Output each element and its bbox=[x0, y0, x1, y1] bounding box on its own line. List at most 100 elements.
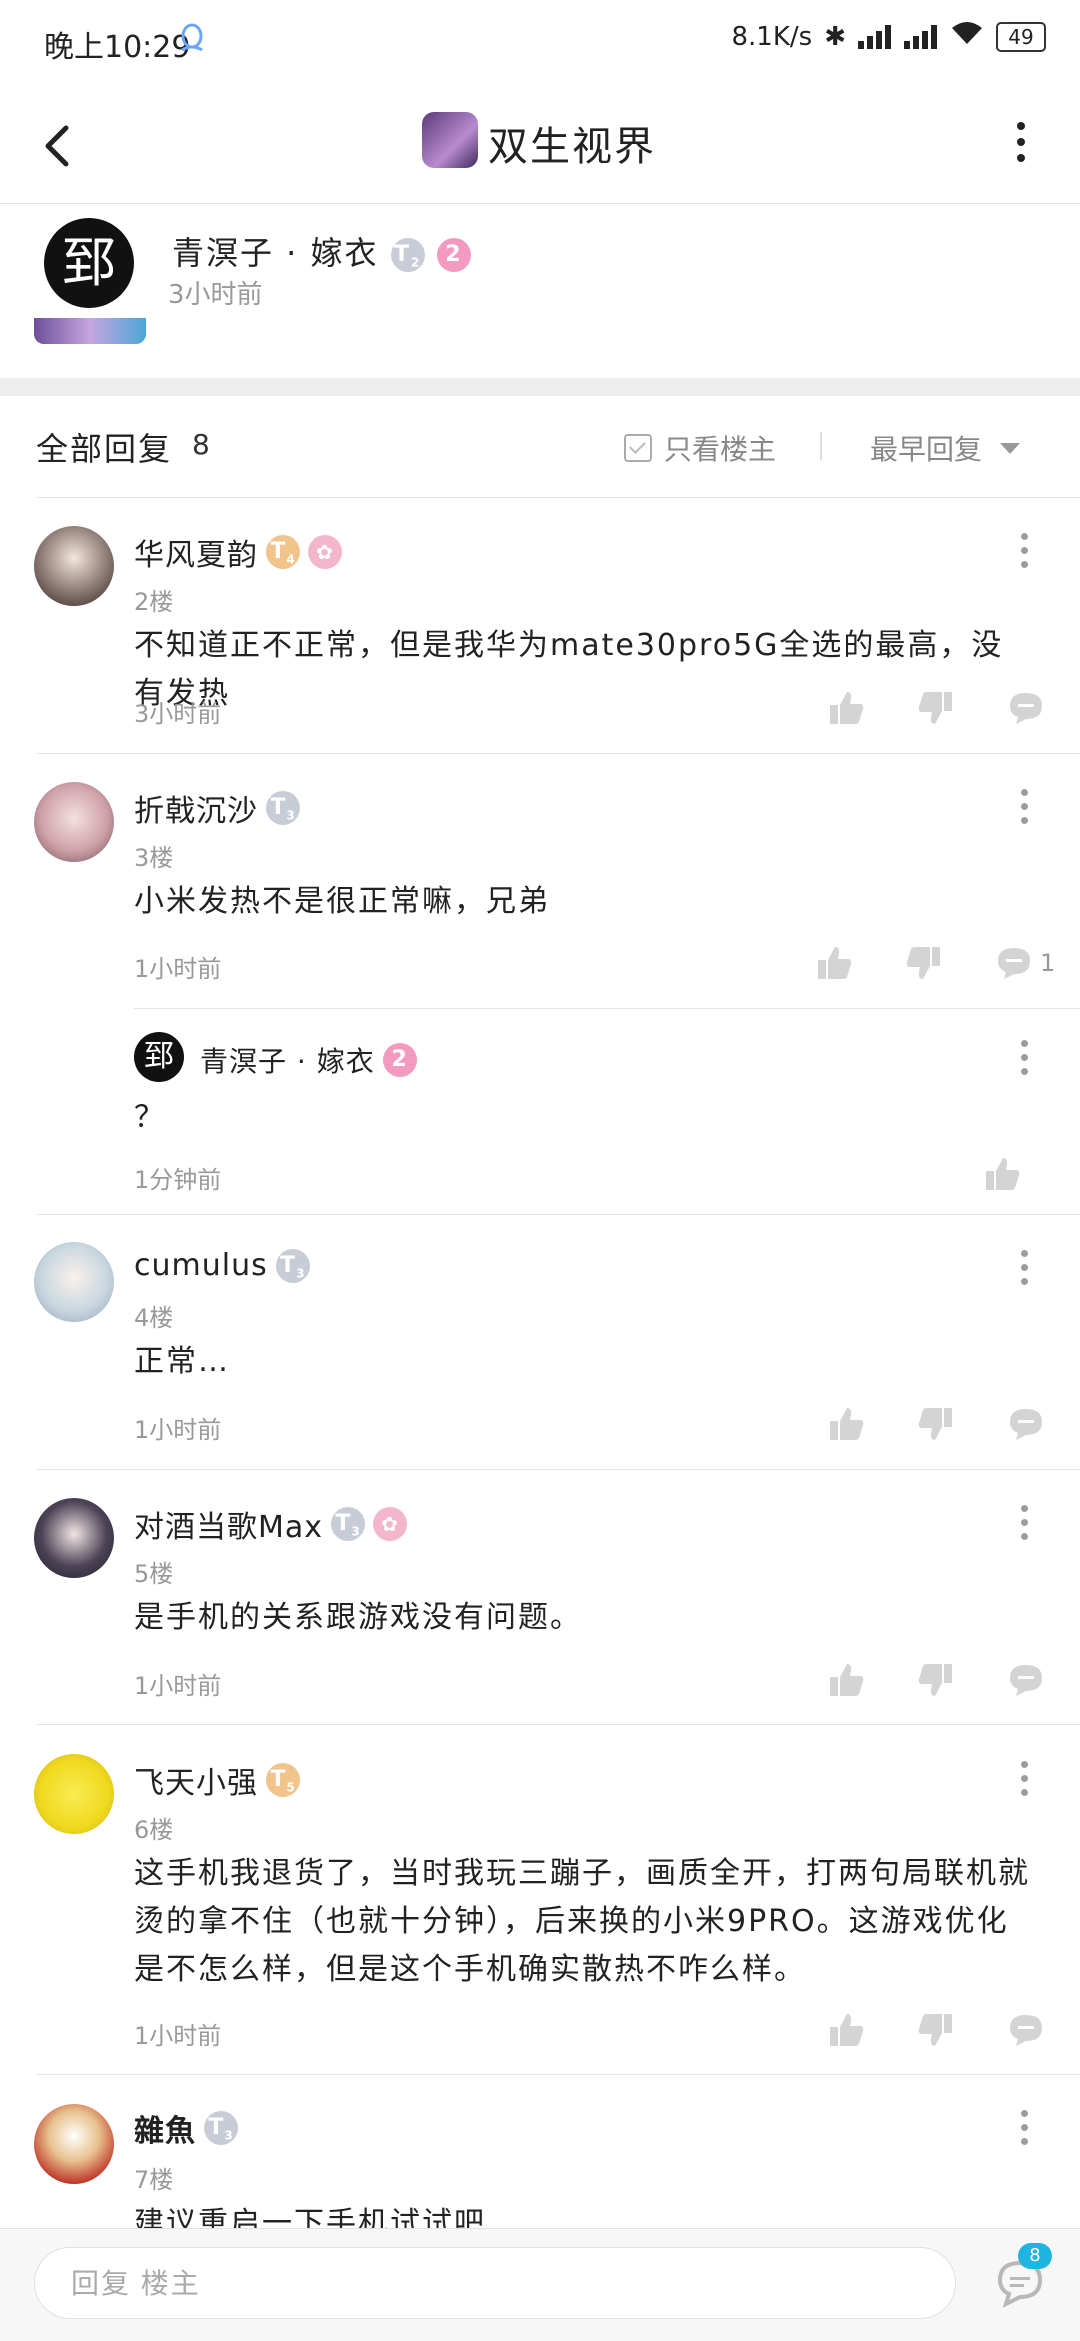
floor-number: 4楼 bbox=[134, 1304, 174, 1332]
avatar[interactable] bbox=[34, 1754, 114, 1834]
signal-icon bbox=[904, 24, 938, 49]
sub-reply-time: 1分钟前 bbox=[134, 1166, 222, 1194]
comment-divider bbox=[36, 1724, 1080, 1725]
comment-bubble-icon[interactable] bbox=[994, 943, 1034, 983]
thumbs-down-icon[interactable] bbox=[916, 688, 956, 728]
avatar[interactable]: 郅 bbox=[134, 1032, 184, 1082]
t-badge-icon: T3 bbox=[275, 1248, 310, 1283]
op-author-row: 青溟子 · 嫁衣 T2 2 bbox=[172, 228, 471, 274]
qq-icon bbox=[178, 22, 206, 61]
avatar[interactable] bbox=[34, 526, 114, 606]
comment-actions: 1 bbox=[814, 943, 1055, 983]
comment-author-name[interactable]: 折戟沉沙 bbox=[134, 786, 258, 830]
sort-dropdown[interactable]: 最早回复 bbox=[870, 428, 1021, 468]
more-vertical-icon[interactable] bbox=[1016, 122, 1026, 162]
comment-text[interactable]: 这手机我退货了，当时我玩三蹦子，画质全开，打两句局联机就烫的拿不住（也就十分钟）… bbox=[134, 1850, 1034, 1994]
comment-divider bbox=[36, 1214, 1080, 1215]
comment-divider bbox=[36, 2074, 1080, 2075]
reply-bar: 回复 楼主 8 bbox=[0, 2228, 1080, 2341]
sort-label: 最早回复 bbox=[870, 433, 983, 466]
comment-author-row: cumulus T3 bbox=[134, 1248, 310, 1283]
comment-author-row: 对酒当歌Max T3 ✿ bbox=[134, 1502, 408, 1546]
thumbs-down-icon[interactable] bbox=[916, 2010, 956, 2050]
comment-bubble-icon[interactable] bbox=[1006, 1660, 1046, 1700]
status-time: 晚上10:29 bbox=[44, 30, 191, 65]
op-avatar[interactable]: 郅 bbox=[44, 218, 134, 308]
t-badge-icon: T2 bbox=[390, 238, 425, 272]
t-badge-icon: T5 bbox=[266, 1763, 300, 1797]
reply-input[interactable]: 回复 楼主 bbox=[34, 2247, 956, 2319]
comment-text[interactable]: 正常… bbox=[134, 1338, 1034, 1386]
more-vertical-icon[interactable] bbox=[1019, 1761, 1029, 1801]
back-arrow-icon[interactable] bbox=[34, 116, 82, 176]
avatar[interactable] bbox=[34, 2104, 114, 2184]
comment-actions bbox=[826, 2010, 1046, 2050]
more-vertical-icon[interactable] bbox=[1019, 1505, 1029, 1545]
bunny-badge-icon: ✿ bbox=[373, 1507, 408, 1541]
comment-actions bbox=[826, 1404, 1046, 1444]
comment-author-name[interactable]: 华风夏韵 bbox=[134, 530, 258, 574]
bunny-badge-icon: ✿ bbox=[308, 535, 342, 569]
thumbs-up-icon[interactable] bbox=[826, 1660, 866, 1700]
floor-number: 6楼 bbox=[134, 1816, 174, 1844]
more-vertical-icon[interactable] bbox=[1019, 1040, 1029, 1080]
comment-author-name[interactable]: 雜魚 bbox=[134, 2106, 196, 2150]
reply-header-divider bbox=[36, 497, 1080, 498]
thumbs-up-icon[interactable] bbox=[814, 943, 854, 983]
comment-author-row: 折戟沉沙 T3 bbox=[134, 786, 300, 830]
thumbs-up-icon[interactable] bbox=[982, 1154, 1022, 1194]
header-divider bbox=[0, 203, 1080, 204]
comment-time: 3小时前 bbox=[134, 700, 222, 728]
comment-author-name[interactable]: 飞天小强 bbox=[134, 1758, 258, 1802]
floor-number: 3楼 bbox=[134, 844, 174, 872]
comment-author-name[interactable]: cumulus bbox=[134, 1248, 268, 1283]
bluetooth-icon: ✱ bbox=[824, 21, 846, 52]
t-badge-icon: T3 bbox=[331, 1507, 366, 1541]
comment-bubble-icon[interactable] bbox=[1006, 688, 1046, 728]
more-vertical-icon[interactable] bbox=[1019, 533, 1029, 573]
op-author-name[interactable]: 青溟子 · 嫁衣 bbox=[172, 234, 379, 272]
comment-text[interactable]: 小米发热不是很正常嘛，兄弟 bbox=[134, 878, 1034, 926]
comment-actions bbox=[826, 688, 1046, 728]
more-vertical-icon[interactable] bbox=[1019, 789, 1029, 829]
more-vertical-icon[interactable] bbox=[1019, 2110, 1029, 2150]
comment-bubble-icon[interactable] bbox=[1006, 2010, 1046, 2050]
thumbs-down-icon[interactable] bbox=[904, 943, 944, 983]
sub-reply-author-name[interactable]: 青溟子 · 嫁衣 bbox=[200, 1040, 375, 1080]
avatar[interactable] bbox=[34, 1242, 114, 1322]
comment-author-row: 华风夏韵 T4 ✿ bbox=[134, 530, 342, 574]
checkbox-icon[interactable] bbox=[624, 434, 652, 462]
comment-time: 1小时前 bbox=[134, 955, 222, 983]
page-title[interactable]: 双生视界 bbox=[488, 114, 656, 172]
avatar[interactable] bbox=[34, 782, 114, 862]
comment-text[interactable]: 建议重启一下手机试试吧 bbox=[134, 2200, 1034, 2228]
comment-bubble-icon[interactable] bbox=[1006, 1404, 1046, 1444]
more-vertical-icon[interactable] bbox=[1019, 1250, 1029, 1290]
comment-divider bbox=[36, 1469, 1080, 1470]
comment-text[interactable]: 是手机的关系跟游戏没有问题。 bbox=[134, 1594, 1034, 1642]
sub-reply-text[interactable]: ？ bbox=[134, 1094, 1034, 1142]
thumbs-down-icon[interactable] bbox=[916, 1660, 956, 1700]
comment-divider bbox=[36, 753, 1080, 754]
t-badge-icon: T3 bbox=[266, 791, 300, 825]
triangle-down-icon bbox=[1000, 442, 1021, 454]
level-badge-icon: 2 bbox=[436, 238, 471, 272]
hd-signal-icon bbox=[858, 24, 892, 49]
network-speed: 8.1K/s bbox=[731, 21, 813, 52]
all-replies-label: 全部回复 bbox=[36, 430, 173, 468]
floor-number: 7楼 bbox=[134, 2166, 174, 2194]
avatar[interactable] bbox=[34, 1498, 114, 1578]
thumbs-up-icon[interactable] bbox=[826, 1404, 866, 1444]
only-op-toggle[interactable]: 只看楼主 bbox=[624, 428, 776, 468]
wifi-icon bbox=[950, 20, 984, 53]
floor-number: 2楼 bbox=[134, 588, 174, 616]
vertical-divider bbox=[820, 432, 822, 460]
comment-time: 1小时前 bbox=[134, 2022, 222, 2050]
thumbs-up-icon[interactable] bbox=[826, 688, 866, 728]
post-image-thumbnail[interactable] bbox=[34, 318, 146, 344]
thumbs-down-icon[interactable] bbox=[916, 1404, 956, 1444]
thumbs-up-icon[interactable] bbox=[826, 2010, 866, 2050]
reply-count-badge: 8 bbox=[1018, 2243, 1052, 2269]
forum-avatar-icon[interactable] bbox=[422, 112, 478, 168]
comment-author-name[interactable]: 对酒当歌Max bbox=[134, 1502, 323, 1546]
